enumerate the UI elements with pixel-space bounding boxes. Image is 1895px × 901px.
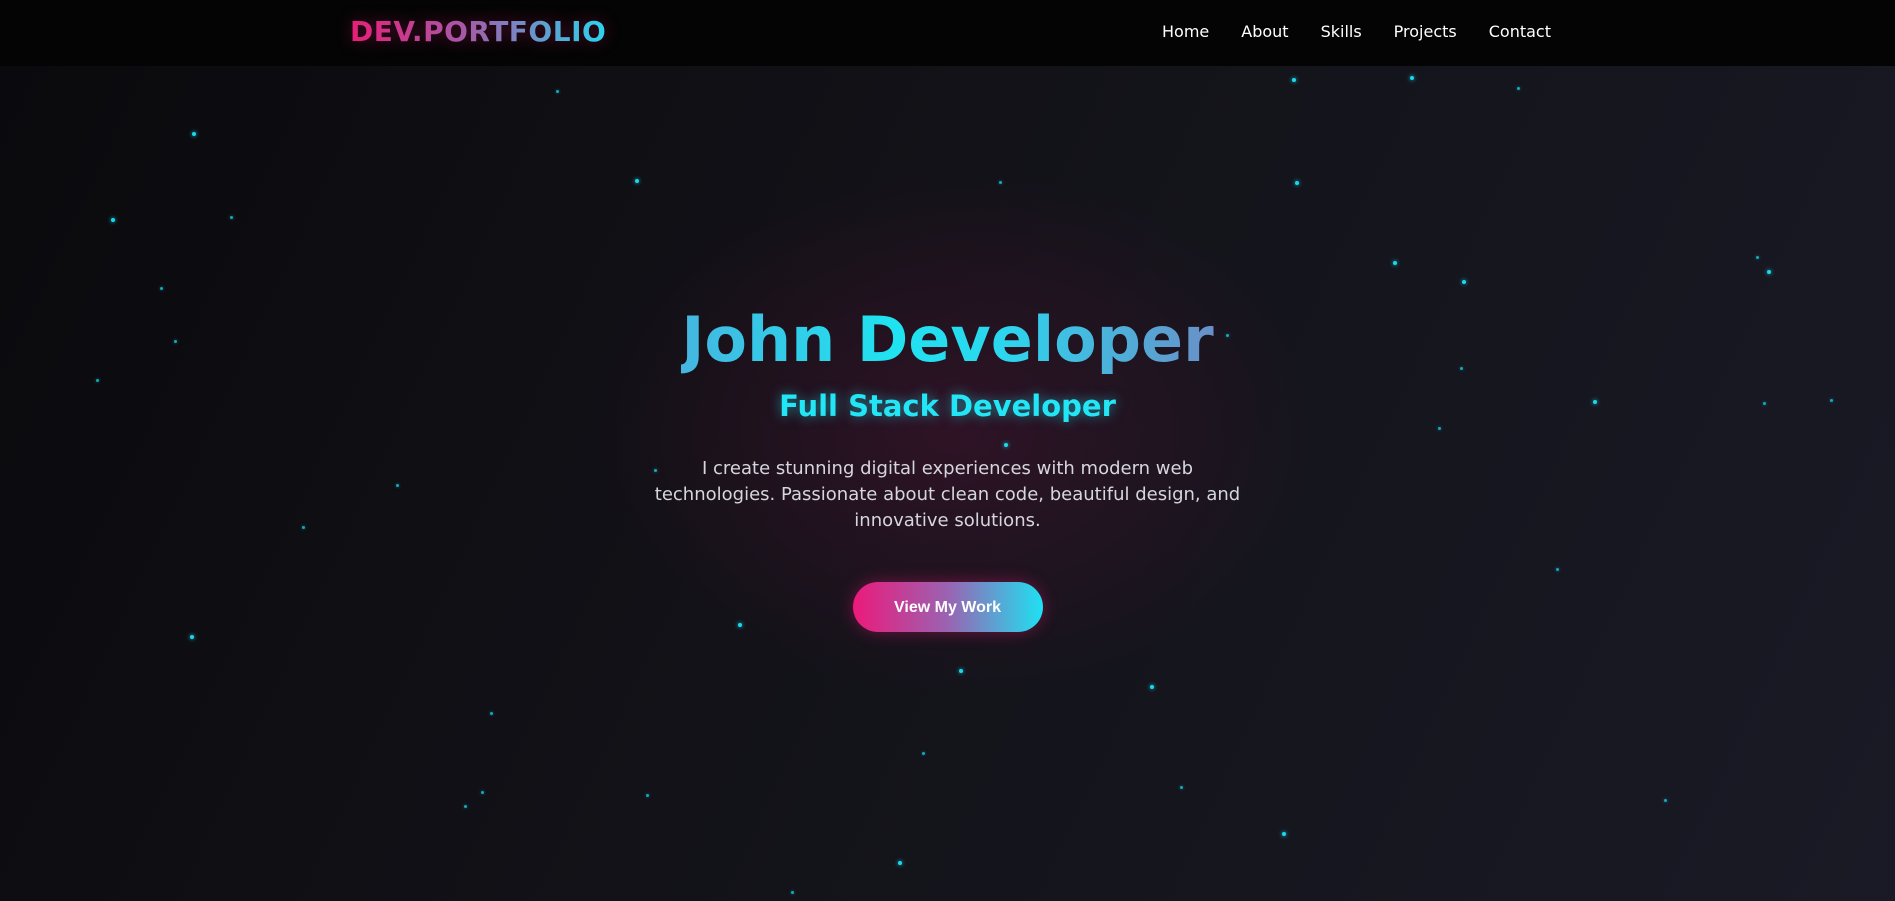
particle: [464, 805, 467, 808]
particle: [481, 791, 484, 794]
particle: [1393, 261, 1397, 265]
hero-description: I create stunning digital experiences wi…: [654, 458, 1241, 531]
particle: [1756, 256, 1759, 259]
particle: [556, 90, 559, 93]
particle: [999, 181, 1002, 184]
particle: [1517, 87, 1520, 90]
particle: [1462, 280, 1466, 284]
particle: [922, 752, 925, 755]
particle: [1282, 832, 1286, 836]
nav-menu: Home About Skills Projects Contact: [1162, 20, 1551, 44]
particle: [791, 891, 794, 894]
particle: [1292, 78, 1296, 82]
navbar: DEV.PORTFOLIO Home About Skills Projects…: [0, 0, 1895, 66]
nav-link-about[interactable]: About: [1241, 22, 1288, 41]
nav-link-home[interactable]: Home: [1162, 22, 1209, 41]
particle: [646, 794, 649, 797]
particle: [490, 712, 493, 715]
particle: [160, 287, 163, 290]
particle: [1180, 786, 1183, 789]
nav-link-contact[interactable]: Contact: [1489, 22, 1551, 41]
nav-link-projects[interactable]: Projects: [1394, 22, 1457, 41]
hero-role: Full Stack Developer: [779, 389, 1116, 423]
particle: [898, 861, 902, 865]
nav-item-skills: Skills: [1321, 20, 1362, 44]
particle: [111, 218, 115, 222]
portfolio-page: DEV.PORTFOLIO Home About Skills Projects…: [0, 0, 1895, 901]
nav-item-contact: Contact: [1489, 20, 1551, 44]
nav-link-skills[interactable]: Skills: [1321, 22, 1362, 41]
site-logo[interactable]: DEV.PORTFOLIO: [350, 14, 606, 50]
hero-name: John Developer: [681, 300, 1213, 380]
nav-item-home: Home: [1162, 20, 1209, 44]
particle: [192, 132, 196, 136]
particle: [1150, 685, 1154, 689]
nav-item-about: About: [1241, 20, 1288, 44]
particle: [1664, 799, 1667, 802]
hero-section: John Developer Full Stack Developer I cr…: [0, 300, 1895, 632]
nav-item-projects: Projects: [1394, 20, 1457, 44]
particle: [635, 179, 639, 183]
particle: [190, 635, 194, 639]
particle: [959, 669, 963, 673]
view-my-work-button[interactable]: View My Work: [852, 582, 1043, 632]
particle: [1767, 270, 1771, 274]
particle: [1410, 76, 1414, 80]
particle: [230, 216, 233, 219]
particle: [1295, 181, 1299, 185]
